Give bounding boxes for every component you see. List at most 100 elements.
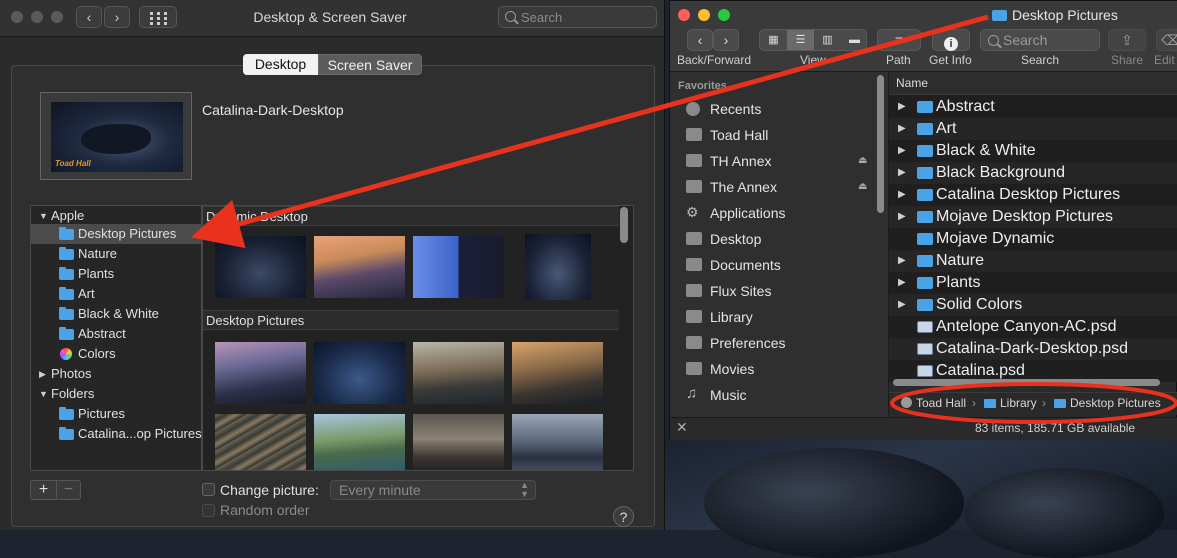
- edit-tags-button[interactable]: ⌫: [1156, 29, 1177, 51]
- change-picture-checkbox[interactable]: [202, 483, 215, 496]
- zoom-button[interactable]: [718, 9, 730, 21]
- back-button[interactable]: ‹: [687, 29, 713, 51]
- show-all-button[interactable]: [139, 6, 177, 28]
- sidebar-item-desktop[interactable]: Desktop: [686, 226, 876, 252]
- sidebar-item-music[interactable]: ♫ Music: [686, 382, 876, 408]
- file-row[interactable]: Catalina-Dark-Desktop.psd: [889, 338, 1177, 360]
- wallpaper-thumbnail[interactable]: [314, 236, 405, 298]
- help-button[interactable]: ?: [613, 506, 634, 527]
- file-row[interactable]: ▶ Black & White: [889, 140, 1177, 162]
- sidebar-item-applications[interactable]: ⚙ Applications: [686, 200, 876, 226]
- source-item-desktop-pictures[interactable]: Desktop Pictures: [31, 224, 201, 244]
- random-order-checkbox[interactable]: [202, 504, 215, 517]
- sidebar-item-toad-hall[interactable]: Toad Hall: [686, 122, 876, 148]
- list-view-icon[interactable]: ☰: [787, 30, 814, 50]
- file-list-scrollbar[interactable]: [893, 379, 1160, 386]
- folder-icon: [59, 287, 74, 300]
- file-row[interactable]: ▶ Plants: [889, 272, 1177, 294]
- wallpaper-thumbnail[interactable]: [215, 342, 306, 404]
- file-row[interactable]: ▶ Nature: [889, 250, 1177, 272]
- wallpaper-thumbnail[interactable]: [413, 236, 504, 298]
- remove-folder-button[interactable]: −: [56, 481, 81, 499]
- add-folder-button[interactable]: +: [31, 481, 57, 499]
- wallpaper-thumbnail[interactable]: [413, 342, 504, 404]
- disclosure-closed-icon[interactable]: ▶: [898, 294, 906, 316]
- browser-scrollbar[interactable]: [620, 207, 628, 243]
- wallpaper-thumbnail[interactable]: [215, 236, 306, 298]
- wallpaper-thumbnail[interactable]: [512, 414, 603, 470]
- wallpaper-thumbnail[interactable]: [512, 342, 603, 404]
- sidebar-item-flux-sites[interactable]: Flux Sites: [686, 278, 876, 304]
- sidebar-item-th-annex[interactable]: TH Annex ⏏: [686, 148, 876, 174]
- disclosure-closed-icon[interactable]: ▶: [898, 250, 906, 272]
- file-row[interactable]: ▶ Catalina Desktop Pictures: [889, 184, 1177, 206]
- sidebar-scrollbar[interactable]: [877, 75, 884, 213]
- source-item-nature[interactable]: Nature: [31, 244, 201, 264]
- share-button[interactable]: ⇪: [1108, 29, 1146, 51]
- wallpaper-thumbnail[interactable]: [525, 234, 591, 300]
- source-group-folders[interactable]: ▼ Folders: [31, 384, 201, 404]
- minimize-button[interactable]: [698, 9, 710, 21]
- source-item-art[interactable]: Art: [31, 284, 201, 304]
- sidebar-item-movies[interactable]: Movies: [686, 356, 876, 382]
- sidebar-item-preferences[interactable]: Preferences: [686, 330, 876, 356]
- source-item-colors[interactable]: Colors: [31, 344, 201, 364]
- wallpaper-thumbnail[interactable]: [413, 414, 504, 470]
- source-item-abstract[interactable]: Abstract: [31, 324, 201, 344]
- column-header-name[interactable]: Name: [889, 72, 1177, 95]
- file-row[interactable]: ▶ Art: [889, 118, 1177, 140]
- file-row[interactable]: Antelope Canyon-AC.psd: [889, 316, 1177, 338]
- gallery-view-icon[interactable]: ▬: [841, 30, 868, 50]
- source-item-black-white[interactable]: Black & White: [31, 304, 201, 324]
- wallpaper-thumbnail[interactable]: [314, 414, 405, 470]
- sidebar-item-documents[interactable]: Documents: [686, 252, 876, 278]
- disclosure-closed-icon[interactable]: ▶: [898, 140, 906, 162]
- zoom-button[interactable]: [51, 11, 63, 23]
- file-name: Catalina-Dark-Desktop.psd: [936, 340, 1129, 357]
- file-row[interactable]: ▶ Black Background: [889, 162, 1177, 184]
- tab-screen-saver[interactable]: Screen Saver: [318, 54, 422, 75]
- file-row[interactable]: ▶ Mojave Desktop Pictures: [889, 206, 1177, 228]
- disclosure-closed-icon[interactable]: ▶: [898, 184, 906, 206]
- path-segment-library[interactable]: Library: [984, 396, 1037, 410]
- source-item-pictures[interactable]: Pictures: [31, 404, 201, 424]
- wallpaper-thumbnail[interactable]: [314, 342, 405, 404]
- source-group-apple[interactable]: ▼ Apple: [31, 206, 201, 226]
- close-tab-icon[interactable]: ✕: [676, 419, 688, 436]
- tab-desktop[interactable]: Desktop: [243, 54, 318, 75]
- file-row[interactable]: ▶ Solid Colors: [889, 294, 1177, 316]
- path-segment-desktop-pictures[interactable]: Desktop Pictures: [1054, 396, 1161, 410]
- tag-icon: ⌫: [1161, 32, 1177, 48]
- column-view-icon[interactable]: ▥: [814, 30, 841, 50]
- finder-search-input[interactable]: Search: [980, 29, 1100, 51]
- disclosure-closed-icon[interactable]: ▶: [898, 118, 906, 140]
- minimize-button[interactable]: [31, 11, 43, 23]
- close-button[interactable]: [678, 9, 690, 21]
- disclosure-closed-icon[interactable]: ▶: [898, 272, 906, 294]
- forward-button[interactable]: ›: [713, 29, 739, 51]
- disclosure-closed-icon[interactable]: ▶: [898, 96, 906, 118]
- back-button[interactable]: ‹: [76, 6, 102, 28]
- eject-icon[interactable]: ⏏: [858, 174, 867, 200]
- source-group-photos[interactable]: ▶ Photos: [31, 364, 201, 384]
- get-info-button[interactable]: i: [932, 29, 970, 51]
- icon-view-icon[interactable]: ▦: [760, 30, 787, 50]
- source-item-plants[interactable]: Plants: [31, 264, 201, 284]
- file-row[interactable]: ▶ Abstract: [889, 96, 1177, 118]
- sidebar-item-the-annex[interactable]: The Annex ⏏: [686, 174, 876, 200]
- sidebar-item-library[interactable]: Library: [686, 304, 876, 330]
- path-button[interactable]: ≡: [877, 29, 921, 51]
- search-input[interactable]: Search: [498, 6, 657, 28]
- sidebar-item-recents[interactable]: Recents: [686, 96, 876, 122]
- source-item-catalina-pictures[interactable]: Catalina...op Pictures: [31, 424, 202, 444]
- disclosure-closed-icon[interactable]: ▶: [898, 162, 906, 184]
- view-control[interactable]: ▦ ☰ ▥ ▬: [759, 29, 867, 51]
- close-button[interactable]: [11, 11, 23, 23]
- file-row[interactable]: Mojave Dynamic: [889, 228, 1177, 250]
- wallpaper-thumbnail[interactable]: [215, 414, 306, 470]
- forward-button[interactable]: ›: [104, 6, 130, 28]
- eject-icon[interactable]: ⏏: [858, 148, 867, 174]
- path-segment-toad-hall[interactable]: Toad Hall: [901, 396, 966, 410]
- disclosure-closed-icon[interactable]: ▶: [898, 206, 906, 228]
- change-interval-select[interactable]: Every minute ▲ ▼: [330, 480, 536, 500]
